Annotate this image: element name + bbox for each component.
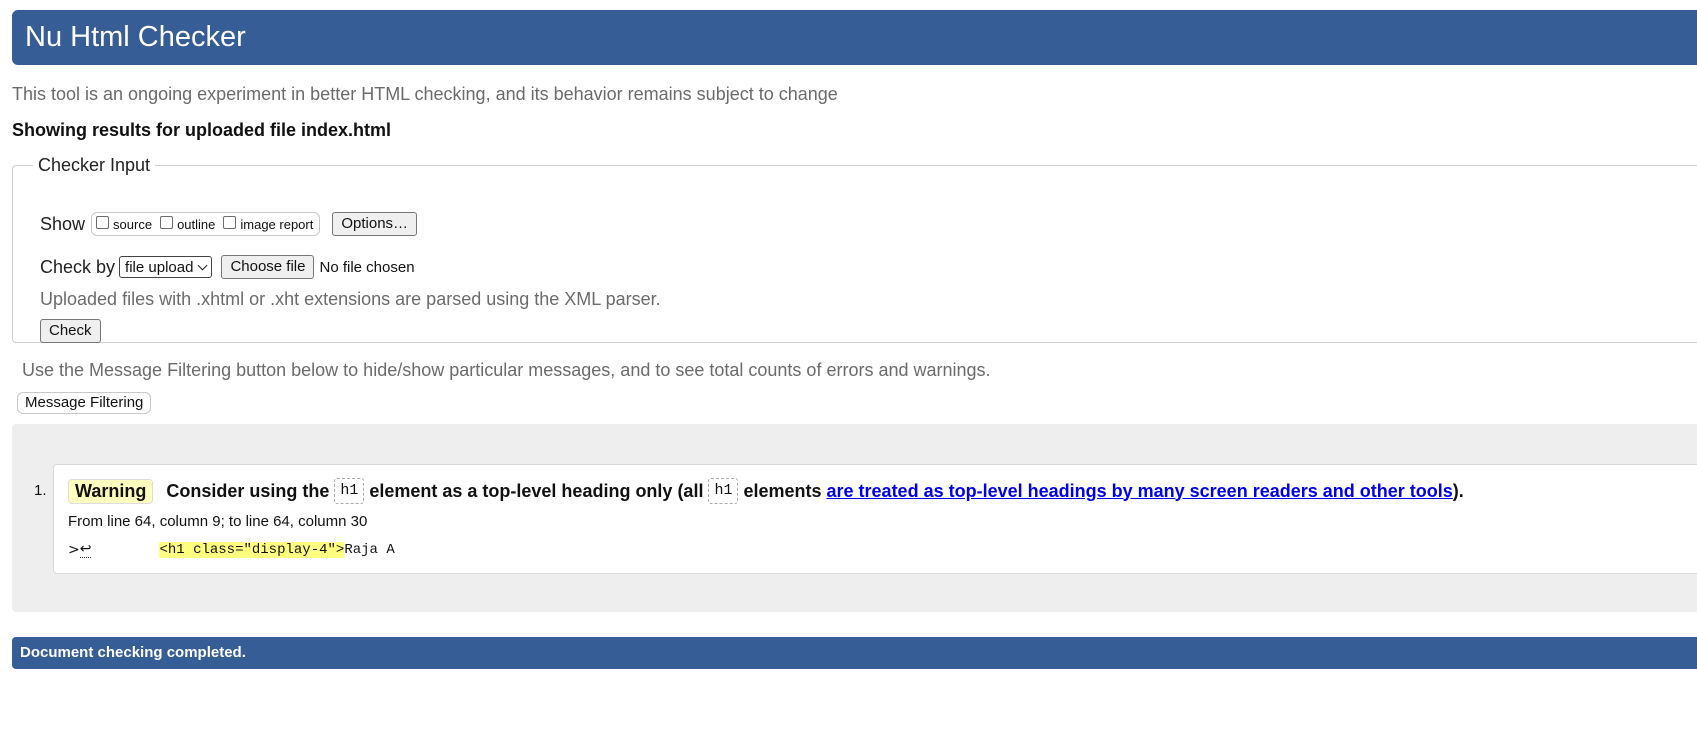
code-element-name: h1 [334, 478, 365, 504]
code-extract: > ↩ <h1 class="display-4"> Raja A [68, 541, 395, 558]
message-text-part-2: element as a top-level heading only (all [369, 480, 704, 501]
intro-text: This tool is an ongoing experiment in be… [12, 84, 838, 104]
page: Nu Html Checker This tool is an ongoing … [0, 0, 1697, 735]
source-label: source [113, 216, 153, 232]
page-title: Nu Html Checker [25, 21, 246, 53]
status-text: Document checking completed. [20, 644, 246, 661]
warning-badge: Warning [68, 478, 154, 504]
check-by-select[interactable]: file upload [119, 256, 213, 278]
check-by-label: Check by [40, 256, 116, 277]
show-row: Show source outline image report Options… [40, 212, 418, 236]
message-location: From line 64, column 9; to line 64, colu… [68, 513, 368, 530]
check-button[interactable]: Check [40, 319, 101, 343]
show-outline-option[interactable]: outline [160, 215, 216, 232]
show-label: Show [40, 213, 86, 234]
file-status-text: No file chosen [319, 258, 415, 276]
message-number: 1. [34, 482, 47, 499]
header-bar: Nu Html Checker [12, 10, 1697, 65]
message-text-part-3: elements [743, 480, 822, 501]
results-heading: Showing results for uploaded file index.… [12, 120, 392, 140]
options-button[interactable]: Options… [332, 212, 418, 236]
show-source-option[interactable]: source [96, 215, 153, 232]
chevron-down-icon [197, 260, 208, 270]
checker-input-panel: Checker Input Show source outline image … [12, 155, 1697, 343]
outline-label: outline [177, 216, 216, 232]
source-checkbox[interactable] [96, 215, 110, 229]
filter-note: Use the Message Filtering button below t… [22, 360, 991, 380]
code-element-name: h1 [708, 478, 739, 504]
message-text: Warning Consider using the h1 element as… [68, 478, 1464, 504]
message-text-part-4: ). [1452, 480, 1464, 501]
checker-input-legend: Checker Input [38, 155, 151, 175]
show-options-group: source outline image report [91, 212, 321, 236]
status-footer: Document checking completed. [12, 637, 1697, 669]
screen-readers-link[interactable]: are treated as top-level headings by man… [827, 481, 1453, 502]
extract-highlight: <h1 class="display-4"> [159, 541, 345, 558]
image-report-checkbox[interactable] [223, 215, 237, 229]
return-icon: ↩ [79, 541, 92, 558]
show-image-report-option[interactable]: image report [223, 215, 314, 232]
parser-note: Uploaded files with .xhtml or .xht exten… [40, 289, 661, 309]
check-button-row: Check [40, 319, 101, 343]
check-by-value: file upload [125, 258, 194, 276]
message-filtering-button[interactable]: Message Filtering [17, 392, 152, 414]
extract-prefix: > [68, 541, 80, 558]
outline-checkbox[interactable] [160, 215, 174, 229]
check-by-row: Check by file upload Choose file No file… [40, 255, 415, 279]
image-report-label: image report [240, 216, 314, 232]
message-item: Warning Consider using the h1 element as… [53, 464, 1697, 574]
choose-file-button[interactable]: Choose file [221, 255, 315, 279]
extract-suffix: Raja A [344, 541, 395, 558]
message-text-part-1: Consider using the [166, 480, 330, 501]
